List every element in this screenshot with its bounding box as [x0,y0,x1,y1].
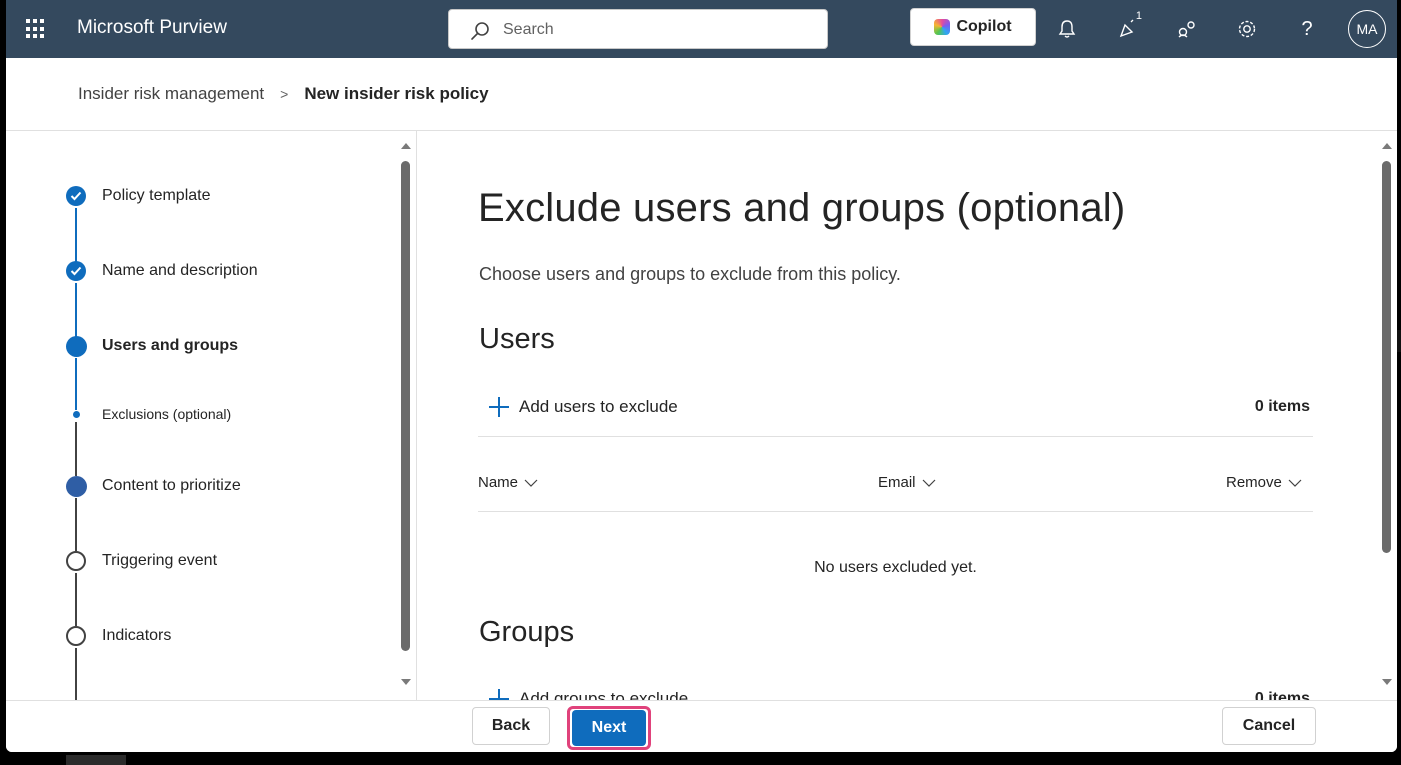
top-bar: Microsoft Purview Copilot 1 ? MA [6,0,1397,58]
add-users-button[interactable]: Add users to exclude [488,396,678,418]
scroll-thumb[interactable] [401,161,410,651]
notification-badge: 1 [1135,10,1142,22]
step-triggering-event[interactable]: Triggering event [65,550,217,572]
add-users-label: Add users to exclude [519,397,678,416]
search-input[interactable] [503,19,803,41]
chevron-down-icon [1288,479,1302,487]
substep-current-icon [65,403,87,425]
substep-exclusions[interactable]: Exclusions (optional) [65,403,231,425]
step-content-to-prioritize[interactable]: Content to prioritize [65,475,241,497]
wizard-steps-panel: Policy template Name and description Use… [6,131,417,700]
column-header-name[interactable]: Name [478,474,538,491]
notifications-icon[interactable] [1052,14,1082,44]
app-window: Microsoft Purview Copilot 1 ? MA [6,0,1397,752]
step-label: Policy template [102,187,211,204]
chevron-down-icon [524,479,538,487]
step-complete-icon [65,185,87,207]
add-groups-label: Add groups to exclude [519,689,689,700]
users-heading: Users [479,323,555,355]
groups-count: 0 items [1254,690,1310,700]
chevron-down-icon [922,479,935,487]
back-button[interactable]: Back [472,707,550,745]
step-pending-icon [65,625,87,647]
copilot-icon [934,19,951,35]
step-connector [75,422,77,476]
column-header-label: Name [478,474,519,491]
divider [478,436,1313,437]
resize-handle[interactable] [1397,330,1401,352]
connections-icon[interactable] [1172,14,1202,44]
main-scrollbar[interactable] [1381,139,1393,691]
step-label: Indicators [102,627,172,644]
scroll-down-arrow-icon[interactable] [401,679,411,685]
step-pending-icon [65,550,87,572]
help-icon[interactable]: ? [1292,14,1322,44]
add-groups-button[interactable]: Add groups to exclude [488,688,688,700]
app-title[interactable]: Microsoft Purview [77,17,227,39]
step-connector [75,208,77,262]
step-label: Name and description [102,262,258,279]
main-content: Exclude users and groups (optional) Choo… [418,131,1388,700]
step-connector [75,283,77,337]
step-label: Users and groups [102,337,239,354]
next-button[interactable]: Next [572,710,646,746]
breadcrumb: Insider risk management > New insider ri… [78,84,489,104]
settings-gear-icon[interactable] [1232,14,1262,44]
column-header-remove[interactable]: Remove [1226,474,1302,491]
search-icon [471,22,489,40]
copilot-button[interactable]: Copilot [910,8,1036,46]
users-count: 0 items [1254,398,1310,415]
scroll-up-arrow-icon[interactable] [1382,143,1392,149]
step-current-icon [65,335,87,357]
page-title: Exclude users and groups (optional) [478,186,1126,230]
step-connector [75,498,77,551]
users-empty-message: No users excluded yet. [814,559,977,576]
step-users-and-groups[interactable]: Users and groups [65,335,238,357]
taskbar-item[interactable] [66,755,126,765]
scroll-up-arrow-icon[interactable] [401,143,411,149]
breadcrumb-current: New insider risk policy [304,84,489,103]
plus-icon [488,688,510,700]
page-description: Choose users and groups to exclude from … [479,264,901,284]
steps-scrollbar[interactable] [400,139,412,691]
step-name-and-description[interactable]: Name and description [65,260,258,282]
column-header-email[interactable]: Email [878,474,936,491]
step-connector [75,648,77,700]
step-label: Triggering event [102,552,218,569]
taskbar-strip [0,752,1401,765]
step-policy-template[interactable]: Policy template [65,185,211,207]
column-header-label: Email [878,474,916,491]
step-label: Exclusions (optional) [102,406,232,422]
whats-new-icon[interactable]: 1 [1112,10,1142,44]
search-box[interactable] [448,9,828,49]
app-launcher-icon[interactable] [24,17,48,41]
copilot-label: Copilot [956,18,1012,35]
scroll-thumb[interactable] [1382,161,1391,553]
step-connector [75,573,77,626]
avatar[interactable]: MA [1348,10,1386,48]
scroll-down-arrow-icon[interactable] [1382,679,1392,685]
cancel-button[interactable]: Cancel [1222,707,1316,745]
step-filled-icon [65,475,87,497]
wizard-footer: Back Next Cancel [6,700,1397,752]
step-label: Content to prioritize [102,477,241,494]
column-header-label: Remove [1226,474,1282,491]
divider [478,511,1313,512]
step-indicators[interactable]: Indicators [65,625,171,647]
step-complete-icon [65,260,87,282]
plus-icon [488,396,510,418]
groups-heading: Groups [479,616,575,648]
breadcrumb-separator: > [280,86,289,102]
breadcrumb-parent-link[interactable]: Insider risk management [78,84,264,104]
